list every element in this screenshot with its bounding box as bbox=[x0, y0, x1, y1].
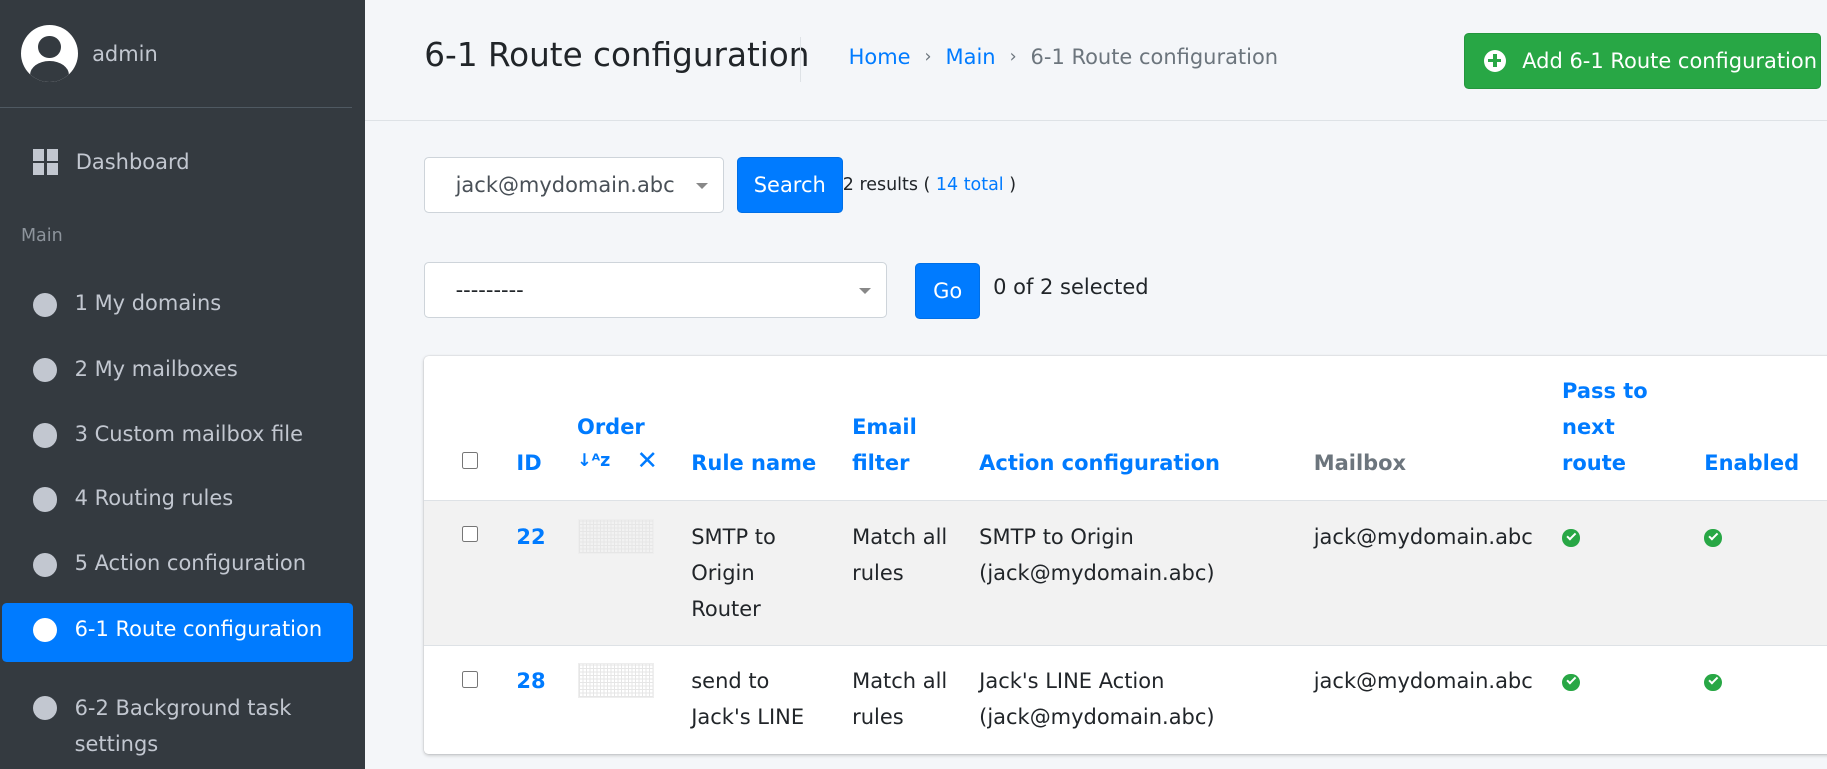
circle-icon bbox=[32, 617, 58, 643]
breadcrumb-main-link[interactable]: Main bbox=[946, 45, 996, 69]
column-header-rule-name[interactable]: Rule name bbox=[691, 445, 816, 481]
sidebar-item-label: 6-1 Route configuration bbox=[74, 616, 323, 641]
row-email-filter: Match all rules bbox=[852, 524, 948, 585]
circle-icon bbox=[32, 552, 58, 577]
column-header-order[interactable]: Order bbox=[577, 409, 645, 445]
user-avatar-icon bbox=[20, 25, 79, 83]
sidebar-item-my-domains[interactable]: 1 My domains bbox=[2, 277, 353, 336]
sidebar-section-header: Main bbox=[20, 226, 63, 247]
chevron-down-icon bbox=[695, 182, 708, 190]
user-name: admin bbox=[92, 41, 158, 66]
sidebar-item-route-configuration[interactable]: 6-1 Route configuration bbox=[2, 602, 354, 663]
app-root: admin Dashboard Main 1 My domains 2 My m… bbox=[0, 0, 1827, 769]
row-id-link[interactable]: 28 bbox=[516, 663, 545, 699]
row-id-link[interactable]: 22 bbox=[516, 519, 545, 555]
circle-icon bbox=[32, 292, 58, 318]
row-rule-name: send to Jack's LINE bbox=[691, 669, 805, 730]
check-circle-icon bbox=[1704, 673, 1722, 692]
sidebar-item-custom-mailbox-file[interactable]: 3 Custom mailbox file bbox=[2, 408, 353, 467]
sidebar-item-label: 2 My mailboxes bbox=[74, 356, 238, 381]
results-suffix: ) bbox=[1009, 174, 1017, 195]
bulk-action-value: --------- bbox=[455, 278, 524, 303]
row-email-filter: Match all rules bbox=[852, 669, 948, 730]
total-link[interactable]: 14 total bbox=[936, 175, 1004, 195]
select-all-checkbox[interactable] bbox=[461, 452, 478, 469]
content-header: 6-1 Route configuration Home › Main › 6-… bbox=[364, 0, 1827, 122]
row-action-configuration: Jack's LINE Action (jack@mydomain.abc) bbox=[979, 669, 1215, 730]
add-route-configuration-button[interactable]: Add 6-1 Route configuration bbox=[1464, 32, 1821, 89]
breadcrumb-separator-icon: › bbox=[924, 47, 932, 68]
search-button[interactable]: Search bbox=[736, 157, 843, 214]
row-rule-name: SMTP to Origin Router bbox=[691, 524, 776, 621]
sidebar-item-routing-rules[interactable]: 4 Routing rules bbox=[2, 472, 353, 531]
dashboard-grid-icon bbox=[32, 149, 59, 175]
circle-icon bbox=[32, 357, 58, 383]
sidebar-item-label: Dashboard bbox=[75, 150, 190, 174]
sidebar-item-label: 4 Routing rules bbox=[74, 486, 234, 511]
check-circle-icon bbox=[1704, 529, 1722, 547]
page-title: 6-1 Route configuration bbox=[424, 36, 810, 75]
breadcrumb-current: 6-1 Route configuration bbox=[1030, 45, 1279, 70]
selected-count: 0 of 2 selected bbox=[993, 275, 1149, 300]
mailbox-filter-value: jack@mydomain.abc bbox=[455, 173, 675, 198]
plus-circle-icon bbox=[1483, 49, 1506, 72]
sidebar-item-dashboard[interactable]: Dashboard bbox=[0, 135, 365, 189]
sidebar-item-label: 3 Custom mailbox file bbox=[74, 421, 304, 446]
row-mailbox: jack@mydomain.abc bbox=[1313, 669, 1533, 694]
sidebar: admin Dashboard Main 1 My domains 2 My m… bbox=[0, 0, 365, 769]
column-header-enabled[interactable]: Enabled bbox=[1704, 445, 1799, 481]
column-header-pass-to-next-route[interactable]: Pass to next route bbox=[1562, 373, 1655, 481]
breadcrumb-home-link[interactable]: Home bbox=[849, 45, 911, 69]
results-count: 2 results ( 14 total ) bbox=[843, 175, 1016, 195]
sidebar-item-background-task-settings[interactable]: 6-2 Background task settings bbox=[2, 681, 305, 763]
bulk-action-select[interactable]: --------- bbox=[424, 262, 888, 319]
results-prefix: 2 results ( bbox=[842, 174, 931, 195]
sidebar-item-my-mailboxes[interactable]: 2 My mailboxes bbox=[2, 343, 353, 402]
check-circle-icon bbox=[1562, 673, 1580, 692]
circle-icon bbox=[32, 487, 58, 512]
column-header-email-filter[interactable]: Email filter bbox=[852, 409, 934, 481]
mailbox-filter-select[interactable]: jack@mydomain.abc bbox=[424, 157, 724, 214]
sidebar-item-label: 5 Action configuration bbox=[74, 551, 307, 576]
title-divider bbox=[799, 37, 801, 82]
row-action-configuration: SMTP to Origin (jack@mydomain.abc) bbox=[979, 524, 1215, 585]
results-table: ID Order ↓ᴬz ✕ Rule name Email filter Ac… bbox=[424, 355, 1827, 755]
sidebar-item-label: 6-2 Background task settings bbox=[74, 696, 292, 757]
row-mailbox: jack@mydomain.abc bbox=[1313, 524, 1533, 549]
breadcrumb-separator-icon: › bbox=[1009, 47, 1017, 68]
drag-handle-icon[interactable] bbox=[578, 518, 654, 554]
drag-handle-icon[interactable] bbox=[578, 663, 654, 699]
sort-ascending-icon[interactable]: ↓ᴬz bbox=[577, 451, 610, 471]
go-button[interactable]: Go bbox=[915, 263, 981, 320]
clear-sort-icon[interactable]: ✕ bbox=[636, 446, 657, 476]
add-button-label: Add 6-1 Route configuration bbox=[1522, 48, 1818, 73]
user-panel[interactable]: admin bbox=[0, 0, 353, 109]
sidebar-item-action-configuration[interactable]: 5 Action configuration bbox=[2, 537, 353, 596]
row-checkbox[interactable] bbox=[461, 525, 478, 543]
breadcrumb: Home › Main › 6-1 Route configuration bbox=[849, 45, 1278, 69]
circle-icon bbox=[32, 423, 58, 448]
check-circle-icon bbox=[1562, 529, 1580, 547]
column-header-id[interactable]: ID bbox=[516, 445, 541, 481]
column-header-mailbox: Mailbox bbox=[1313, 451, 1407, 476]
sidebar-item-label: 1 My domains bbox=[74, 291, 222, 316]
row-checkbox[interactable] bbox=[461, 671, 478, 688]
chevron-down-icon bbox=[858, 287, 871, 294]
column-header-action-configuration[interactable]: Action configuration bbox=[979, 445, 1220, 481]
